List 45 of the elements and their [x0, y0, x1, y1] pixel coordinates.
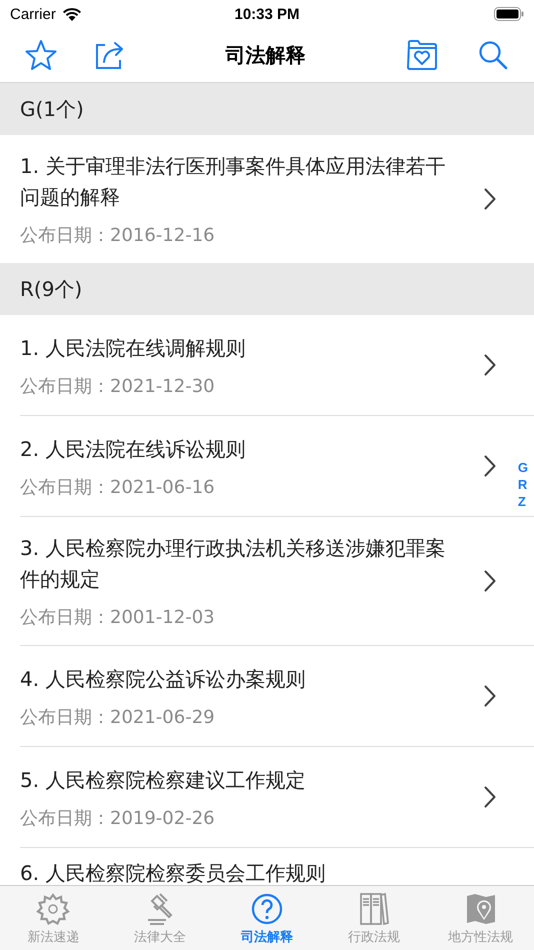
index-letter[interactable]: G	[518, 459, 528, 476]
row-title: 1. 人民法院在线调解规则	[20, 334, 246, 362]
search-icon[interactable]	[478, 40, 508, 70]
tab[interactable]: 行政法规	[320, 886, 428, 950]
row-title: 1. 关于审理非法行医刑事案件具体应用法律若干问题的解释	[20, 153, 446, 211]
chevron-icon	[484, 786, 496, 808]
row-title: 2. 人民法院在线诉讼规则	[20, 436, 246, 462]
row-date: 公布日期：2021-12-30	[20, 374, 216, 398]
section-header: G(1个)	[0, 83, 534, 135]
list-row[interactable]: 3. 人民检察院办理行政执法机关移送涉嫌犯罪案件的规定 公布日期：2001-12-03	[20, 517, 534, 646]
battery-icon	[494, 7, 524, 21]
starburst-icon	[35, 892, 72, 926]
chevron-icon	[484, 685, 496, 707]
list-row[interactable]: 4. 人民检察院公益诉讼办案规则 公布日期：2021-06-29	[20, 646, 534, 747]
row-title: 4. 人民检察院公益诉讼办案规则	[20, 666, 306, 692]
chevron-icon	[484, 188, 496, 210]
tab[interactable]: 法律大全	[106, 886, 214, 950]
star-icon[interactable]	[25, 39, 57, 71]
index-letter[interactable]: Z	[518, 493, 528, 510]
row-date: 公布日期：2021-06-29	[20, 706, 216, 728]
tab[interactable]: 司法解释	[214, 886, 320, 950]
carrier-label: Carrier	[10, 6, 56, 22]
wifi-icon	[62, 6, 82, 22]
tab[interactable]: 新法速递	[0, 886, 107, 950]
index-letter[interactable]: R	[518, 476, 528, 493]
folder-heart-icon[interactable]	[406, 40, 438, 70]
list-row[interactable]: 6. 人民检察院检察委员会工作规则	[20, 848, 534, 885]
list-row[interactable]: 1. 人民法院在线调解规则 公布日期：2021-12-30	[20, 315, 534, 416]
row-title: 3. 人民检察院办理行政执法机关移送涉嫌犯罪案件的规定	[20, 535, 446, 593]
row-date: 公布日期：2001-12-03	[20, 606, 216, 629]
share-icon[interactable]	[95, 40, 125, 70]
chevron-icon	[484, 570, 496, 592]
nav-title: 司法解释	[224, 42, 306, 68]
row-date: 公布日期：2021-06-16	[20, 476, 216, 498]
chevron-icon	[484, 455, 496, 477]
section-header: R(9个)	[0, 263, 534, 315]
row-date: 公布日期：2016-12-16	[20, 224, 216, 247]
list-row[interactable]: 1. 关于审理非法行医刑事案件具体应用法律若干问题的解释 公布日期：2016-12-16	[20, 135, 534, 263]
row-title: 6. 人民检察院检察委员会工作规则	[20, 860, 326, 885]
row-title: 5. 人民检察院检察建议工作规定	[20, 766, 306, 794]
tab[interactable]: 地方性法规	[427, 886, 534, 950]
chevron-icon	[484, 354, 496, 376]
list-row[interactable]: 5. 人民检察院检察建议工作规定 公布日期：2019-02-26	[20, 747, 534, 848]
status-time: 10:33 PM	[234, 6, 300, 22]
row-date: 公布日期：2019-02-26	[20, 806, 216, 830]
